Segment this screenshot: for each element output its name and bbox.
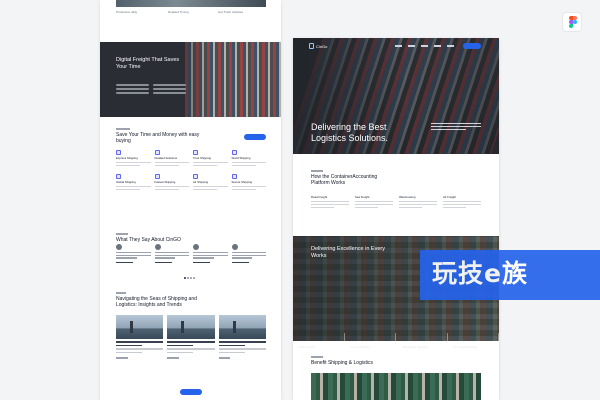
how-step: Sea Freight bbox=[355, 195, 393, 208]
top-nav: CinGo bbox=[293, 38, 499, 54]
top-column-1: Productive daily bbox=[116, 10, 138, 14]
green-containers-photo bbox=[311, 373, 481, 400]
testimonials-title: What They Say About CinGO bbox=[116, 237, 181, 243]
excellence-title: Delivering Excellence in Every Works bbox=[311, 246, 385, 259]
shipping-icon bbox=[193, 174, 198, 180]
how-title: How the ContainerAccounting Platform Wor… bbox=[311, 174, 378, 186]
figma-icon bbox=[562, 12, 582, 32]
feature-item: Secure Shipping bbox=[231, 174, 266, 191]
nav-links bbox=[395, 45, 454, 47]
testimonial-card bbox=[154, 244, 189, 264]
save-title: Save Your Time and Money with easy buyin… bbox=[116, 132, 200, 144]
hero-description bbox=[431, 123, 481, 132]
how-steps: Road Freight Sea Freight Warehousing Air… bbox=[311, 195, 481, 208]
service-tab[interactable]: Air Cargo Shipping bbox=[448, 333, 499, 353]
watermark-banner: 玩技e族 bbox=[420, 250, 600, 300]
brand-logo[interactable]: CinGo bbox=[309, 43, 327, 49]
port-crane-image bbox=[167, 315, 215, 339]
save-cta-button[interactable] bbox=[244, 134, 266, 140]
how-step: Warehousing bbox=[399, 195, 437, 208]
feature-item: World Shipping bbox=[231, 150, 266, 167]
avatar bbox=[154, 244, 161, 250]
shipping-icon bbox=[193, 150, 198, 155]
feature-item: Detailed Solutions bbox=[154, 150, 189, 167]
shipping-icon bbox=[154, 174, 160, 180]
shipping-icon bbox=[116, 174, 121, 180]
feature-item: Fastest Shipping bbox=[154, 174, 189, 191]
carousel-dots[interactable] bbox=[184, 277, 195, 279]
watermark-text: 玩技e族 bbox=[432, 259, 528, 288]
testimonials-section: What They Say About CinGO bbox=[116, 233, 266, 243]
nav-link[interactable] bbox=[395, 45, 402, 47]
nav-cta-button[interactable] bbox=[463, 43, 481, 49]
port-crane-image bbox=[218, 315, 266, 339]
left-page-preview: Productive daily Detailed Timing Get Tra… bbox=[100, 0, 281, 400]
blog-title: Navigating the Seas of Shipping and Logi… bbox=[116, 296, 197, 308]
features-grid: Express Shipping Detailed Solutions Trus… bbox=[116, 150, 266, 191]
hero-bullets bbox=[116, 84, 186, 94]
blog-card[interactable] bbox=[116, 315, 164, 359]
nav-link[interactable] bbox=[408, 45, 415, 47]
service-tab[interactable]: Warehouse Shipping bbox=[396, 333, 448, 353]
avatar bbox=[193, 244, 199, 250]
nav-link[interactable] bbox=[421, 45, 428, 47]
service-tabs: Road Freight Ocean Shipping Warehouse Sh… bbox=[293, 333, 499, 353]
testimonial-card bbox=[193, 244, 228, 264]
shipping-icon bbox=[231, 174, 237, 180]
feature-item: Trust Shipping bbox=[193, 150, 228, 167]
testimonial-card bbox=[116, 244, 151, 264]
benefit-title: Benefit Shipping & Logistics bbox=[311, 360, 373, 366]
testimonial-cards bbox=[116, 244, 266, 264]
freight-hero: Digital Freight That Saves Your Time bbox=[100, 42, 281, 117]
top-image-band bbox=[116, 0, 266, 7]
blog-section: Navigating the Seas of Shipping and Logi… bbox=[116, 292, 266, 308]
hero-title: Digital Freight That Saves Your Time bbox=[116, 57, 180, 70]
port-crane-image bbox=[116, 315, 164, 339]
nav-link[interactable] bbox=[447, 45, 454, 47]
shipping-icon bbox=[154, 150, 160, 155]
top-column-2: Detailed Timing bbox=[168, 10, 189, 14]
blog-card[interactable] bbox=[167, 315, 215, 359]
feature-item: Air Shipping bbox=[193, 174, 228, 191]
avatar bbox=[231, 244, 238, 250]
feature-item: Express Shipping bbox=[116, 150, 151, 167]
blog-cards bbox=[116, 315, 266, 359]
shipping-icon bbox=[231, 150, 237, 155]
testimonial-card bbox=[231, 244, 266, 264]
avatar bbox=[116, 244, 122, 250]
how-step: Air Freight bbox=[443, 195, 481, 208]
save-time-section: Save Your Time and Money with easy buyin… bbox=[116, 128, 266, 144]
right-page-preview: CinGo Delivering the Best Logistics Solu… bbox=[293, 38, 499, 400]
benefit-section: Benefit Shipping & Logistics bbox=[311, 356, 481, 366]
view-all-button[interactable] bbox=[180, 389, 202, 395]
how-step: Road Freight bbox=[311, 195, 349, 208]
feature-item: Global Shipping bbox=[116, 174, 151, 191]
how-it-works-section: How the ContainerAccounting Platform Wor… bbox=[311, 170, 481, 186]
nav-link[interactable] bbox=[434, 45, 441, 47]
hero-headline: Delivering the Best Logistics Solutions. bbox=[311, 122, 389, 143]
service-tab[interactable]: Ocean Shipping bbox=[345, 333, 396, 353]
blog-card[interactable] bbox=[218, 315, 266, 359]
top-column-3: Get Track Updates bbox=[218, 10, 244, 14]
main-hero: CinGo Delivering the Best Logistics Solu… bbox=[293, 38, 499, 154]
shipping-icon bbox=[116, 150, 121, 155]
logo-icon bbox=[309, 43, 314, 49]
service-tab[interactable]: Road Freight bbox=[293, 333, 345, 353]
top-strip: Productive daily Detailed Timing Get Tra… bbox=[100, 0, 281, 20]
